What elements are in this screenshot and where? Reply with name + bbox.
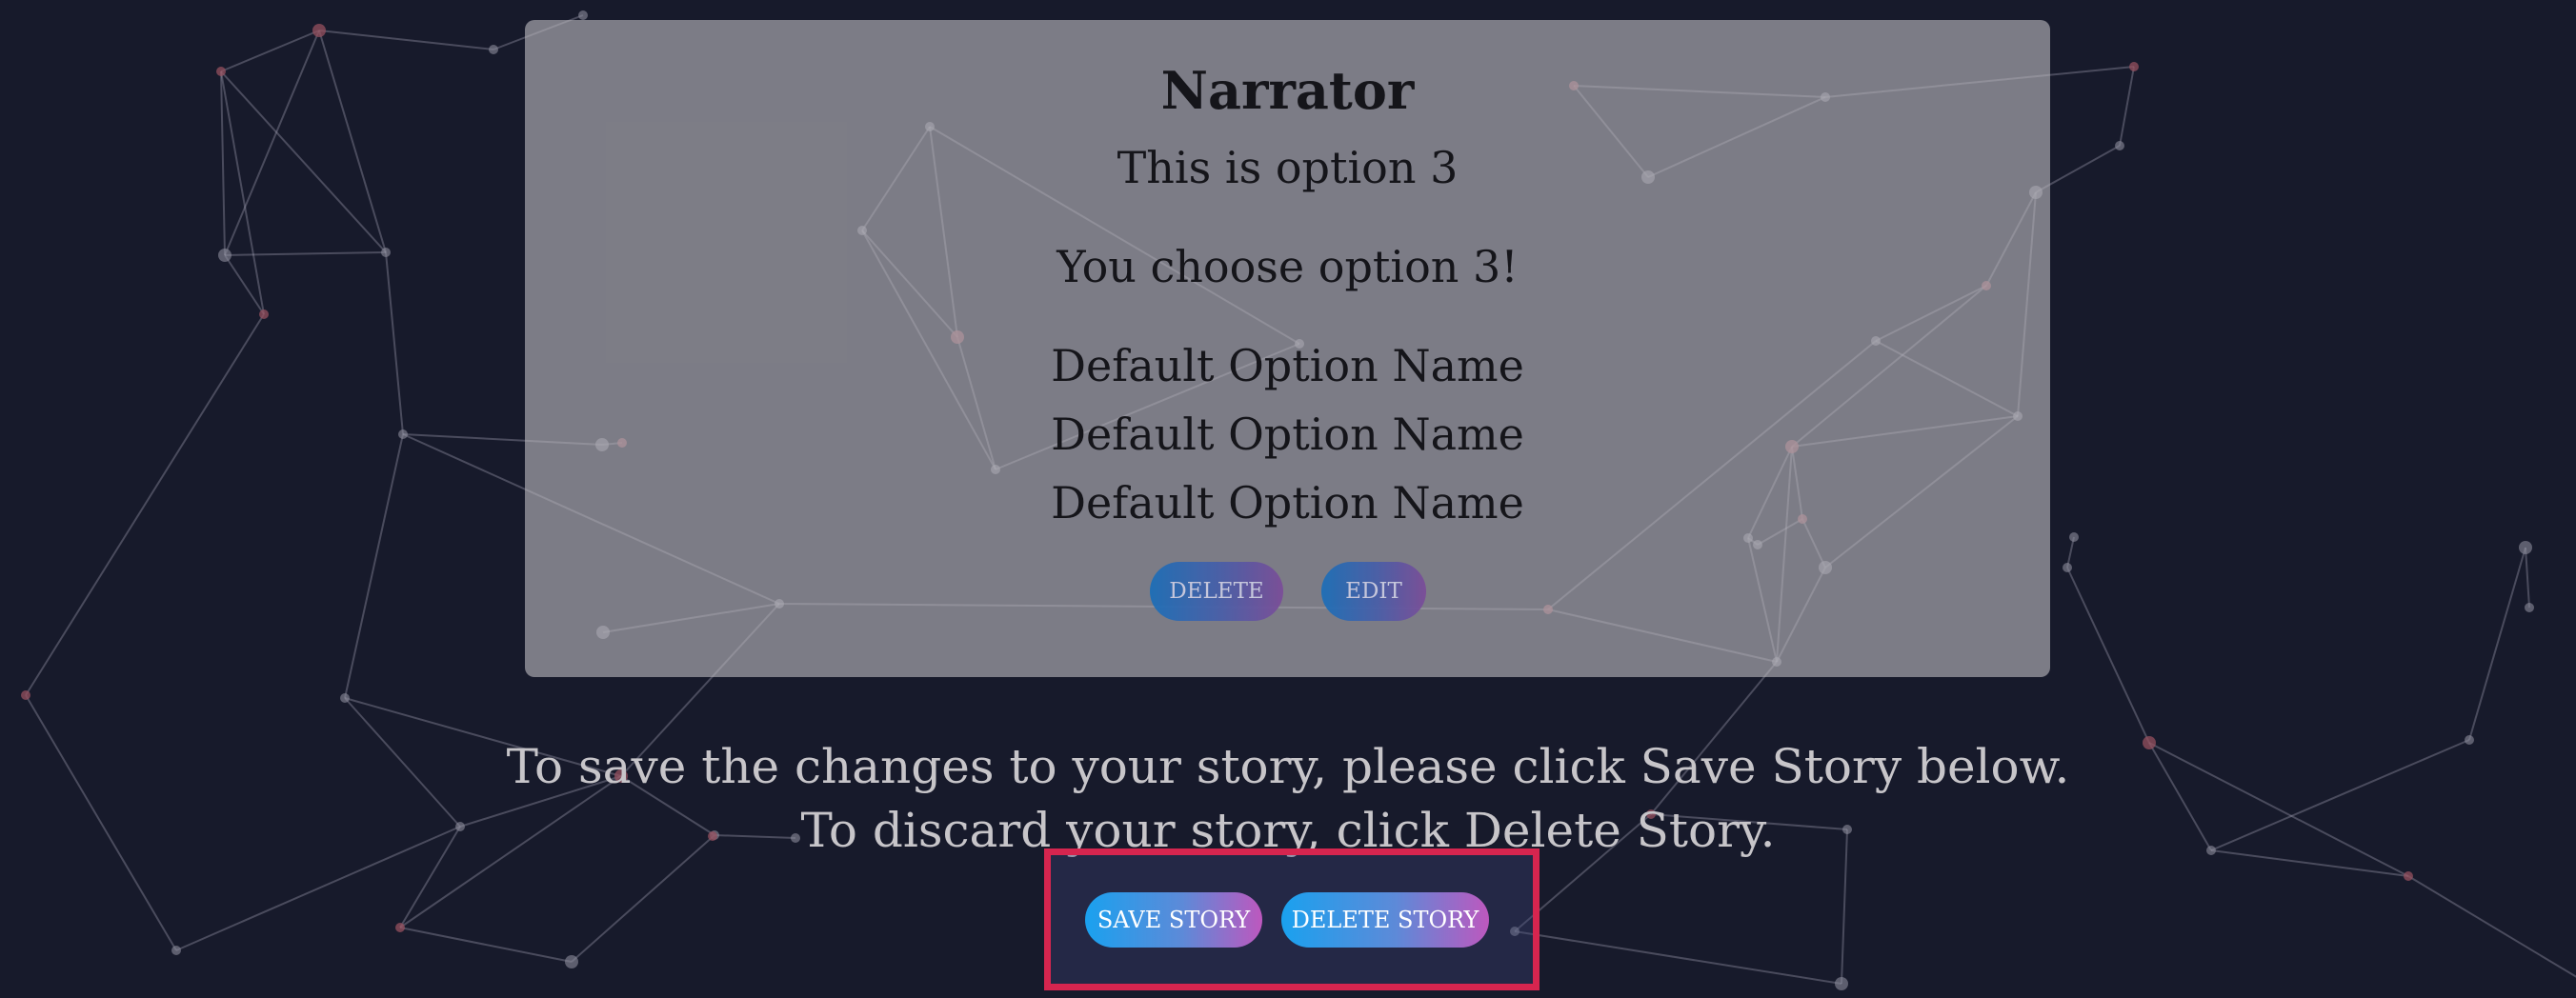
network-node <box>2404 871 2413 881</box>
network-node <box>216 67 226 76</box>
page: Narrator This is option 3 You choose opt… <box>0 0 2576 998</box>
network-node <box>2525 603 2534 612</box>
network-link <box>2066 536 2075 569</box>
option-text: This is option 3 <box>1117 142 1459 193</box>
network-link <box>224 251 387 256</box>
network-link <box>318 30 494 50</box>
network-node <box>578 10 588 20</box>
save-instructions: To save the changes to your story, pleas… <box>506 739 2070 794</box>
network-node <box>218 249 231 262</box>
network-link <box>224 30 320 256</box>
edit-button[interactable]: EDIT <box>1321 562 1426 621</box>
network-node <box>489 45 498 54</box>
network-node <box>2115 141 2124 150</box>
option-name-2[interactable]: Default Option Name <box>525 409 2050 461</box>
network-node <box>21 690 30 700</box>
network-node <box>340 693 350 703</box>
network-link <box>344 433 404 699</box>
story-node-card: Narrator This is option 3 You choose opt… <box>525 20 2050 677</box>
option-name-3[interactable]: Default Option Name <box>525 477 2050 529</box>
network-link <box>2407 875 2576 978</box>
network-node <box>395 923 405 932</box>
network-node <box>2063 563 2072 572</box>
delete-button[interactable]: DELETE <box>1150 562 1283 621</box>
network-node <box>2519 541 2532 554</box>
network-node <box>312 24 326 37</box>
network-link <box>224 254 265 315</box>
network-node <box>398 429 408 439</box>
network-node <box>565 955 578 968</box>
network-link <box>25 313 265 696</box>
network-node <box>2069 532 2079 542</box>
network-node <box>2129 62 2139 71</box>
network-node <box>1835 977 1848 990</box>
network-link <box>399 927 573 963</box>
network-link <box>2119 66 2135 147</box>
network-link <box>2525 547 2530 609</box>
network-link <box>385 251 404 435</box>
delete-story-button[interactable]: DELETE STORY <box>1281 892 1489 948</box>
network-node <box>259 309 269 319</box>
card-title: Narrator <box>1160 60 1415 121</box>
network-link <box>220 30 320 72</box>
network-link <box>318 30 387 253</box>
save-story-button[interactable]: SAVE STORY <box>1085 892 1262 948</box>
network-node <box>171 946 181 955</box>
option-name-1[interactable]: Default Option Name <box>525 340 2050 392</box>
network-link <box>1514 930 1842 985</box>
network-link <box>220 70 387 253</box>
choice-text: You choose option 3! <box>1057 241 1519 292</box>
network-link <box>2468 547 2526 741</box>
network-link <box>220 70 226 256</box>
network-node <box>381 248 391 257</box>
network-link <box>220 70 265 315</box>
network-link <box>2066 567 2150 744</box>
